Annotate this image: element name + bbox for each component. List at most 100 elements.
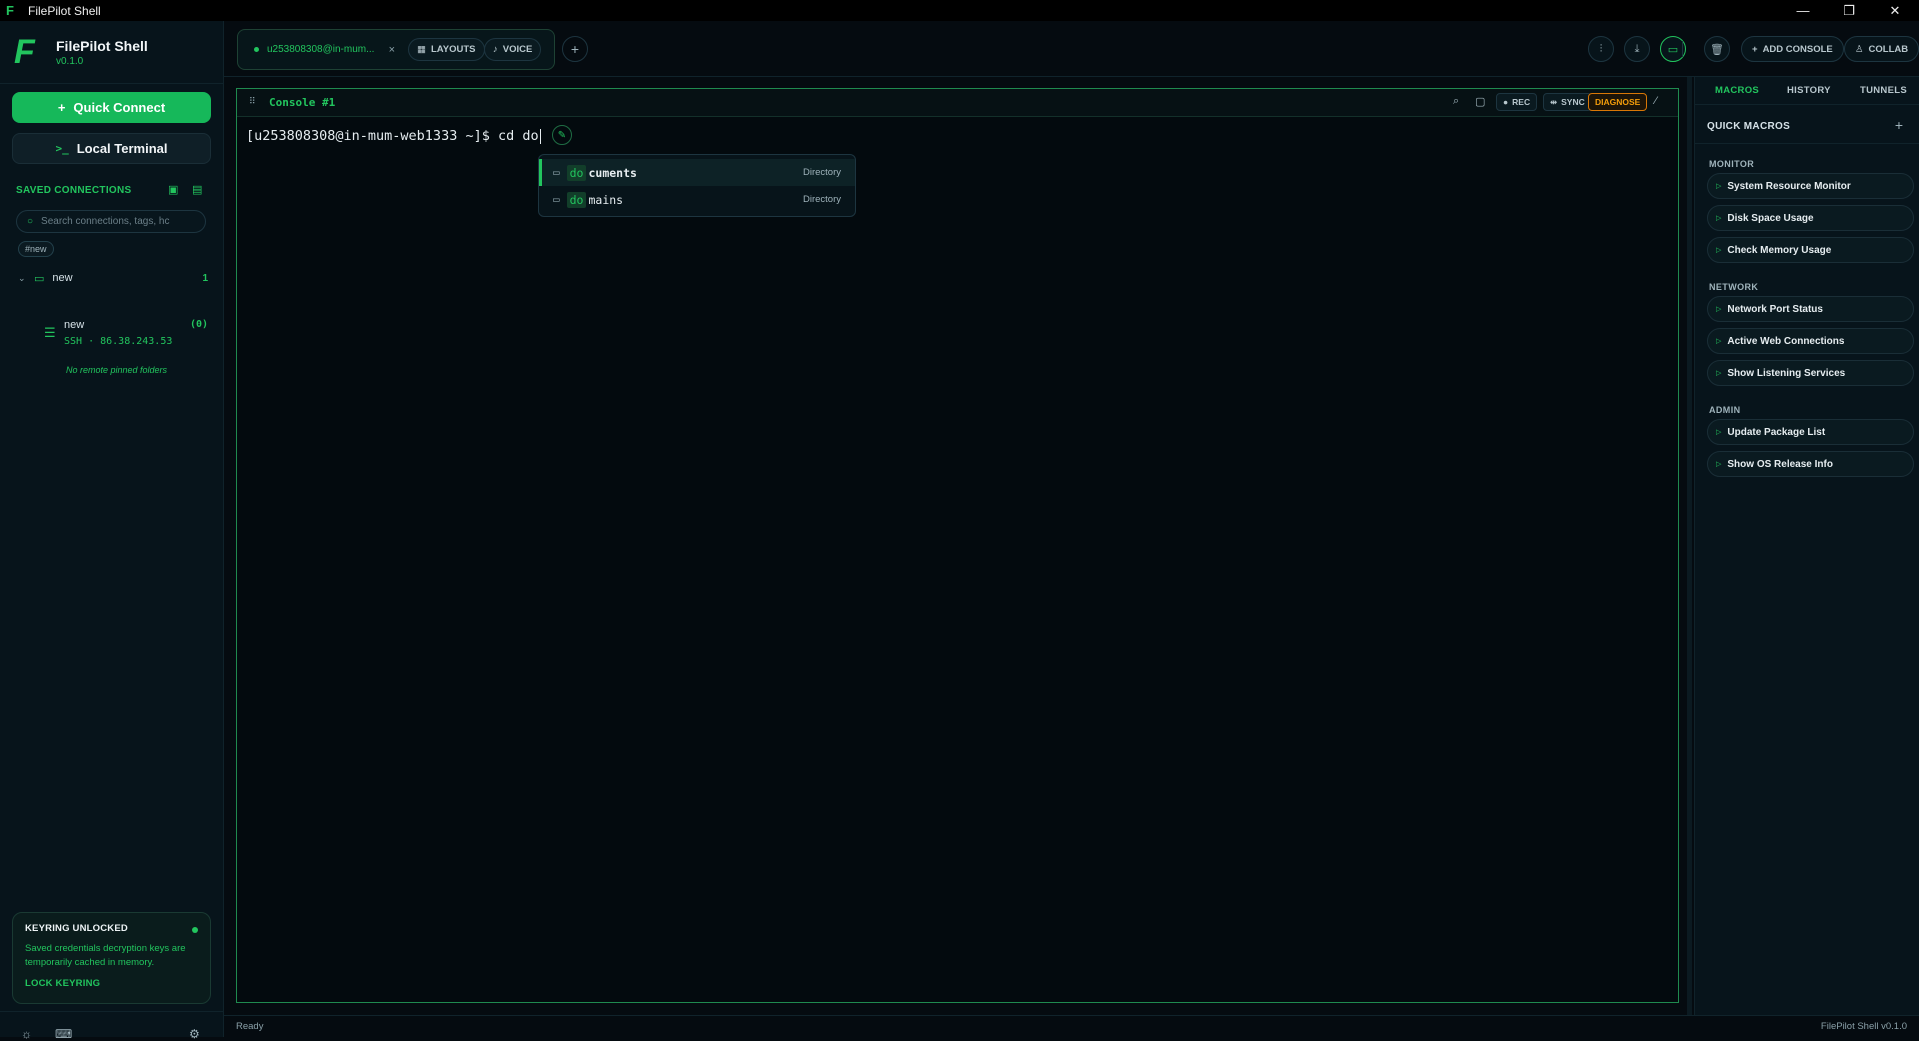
search-icon[interactable]: ⌕	[1453, 95, 1459, 108]
keyring-panel: KEYRING UNLOCKED Saved credentials decry…	[12, 912, 211, 1004]
macro-item[interactable]: ▷ System Resource Monitor	[1707, 173, 1914, 199]
add-macro-icon[interactable]: +	[1895, 117, 1903, 133]
brand-name: FilePilot Shell	[56, 37, 148, 54]
theme-icon[interactable]: ☼	[21, 1027, 32, 1041]
voice-button[interactable]: ♪ VOICE	[484, 38, 542, 61]
grid-icon: ▦	[417, 44, 426, 55]
tab-history[interactable]: HISTORY	[1787, 85, 1831, 96]
search-connections[interactable]: ○	[16, 210, 206, 233]
connection-address: SSH · 86.38.243.53	[64, 336, 173, 347]
terminal-icon: >_	[55, 142, 69, 155]
console-pane[interactable]: ⠿ Console #1 ⌕ ▢ ● REC ⇹ SYNC DIAGNOSE ⁄…	[236, 88, 1679, 1003]
suggestion-rest: mains	[588, 192, 624, 207]
macro-label: Disk Space Usage	[1727, 212, 1814, 224]
macro-item[interactable]: ▷ Update Package List	[1707, 419, 1914, 445]
top-bar: u253808308@in-mum... × ▦ LAYOUTS ♪ VOICE…	[224, 21, 1919, 77]
sliders-icon[interactable]: ⫶	[1588, 36, 1614, 62]
window-title: FilePilot Shell	[28, 3, 101, 18]
macro-item[interactable]: ▷ Check Memory Usage	[1707, 237, 1914, 263]
divider	[0, 1011, 224, 1012]
tab-group: u253808308@in-mum... × ▦ LAYOUTS ♪ VOICE	[237, 29, 555, 70]
folder-row[interactable]: ⌄ ▭ new 1	[18, 269, 208, 287]
clipboard-icon[interactable]: ▢	[1475, 95, 1485, 108]
tab-tunnels[interactable]: TUNNELS	[1860, 85, 1907, 96]
sync-icon: ⇹	[1550, 96, 1558, 107]
plus-icon: +	[57, 100, 66, 115]
macro-item[interactable]: ▷ Active Web Connections	[1707, 328, 1914, 354]
keyring-text: Saved credentials decryption keys are te…	[25, 943, 186, 968]
close-button[interactable]: ✕	[1872, 0, 1918, 21]
rec-button[interactable]: ● REC	[1496, 93, 1538, 111]
new-folder-icon[interactable]: ▣	[168, 183, 178, 196]
sync-button[interactable]: ⇹ SYNC	[1543, 93, 1592, 111]
local-terminal-button[interactable]: >_ Local Terminal	[12, 133, 211, 164]
close-tab-icon[interactable]: ×	[389, 44, 395, 56]
macro-label: Update Package List	[1727, 426, 1826, 438]
drag-handle-icon[interactable]: ⠿	[249, 96, 256, 107]
maximize-button[interactable]: ❐	[1826, 0, 1872, 21]
folder-count: 1	[202, 272, 208, 284]
divider	[0, 83, 224, 84]
session-tab[interactable]: u253808308@in-mum... ×	[244, 35, 399, 64]
gear-icon[interactable]: ⚙	[189, 1027, 200, 1041]
terminal-line[interactable]: [u253808308@in-mum-web1333 ~]$ cd do	[246, 128, 541, 144]
voice-label: VOICE	[502, 44, 533, 55]
macro-label: Active Web Connections	[1727, 335, 1845, 347]
category-monitor: MONITOR	[1709, 159, 1755, 169]
play-icon: ▷	[1716, 370, 1722, 377]
macro-item[interactable]: ▷ Show OS Release Info	[1707, 451, 1914, 477]
folder-name: new	[52, 272, 73, 284]
minimize-button[interactable]: —	[1780, 0, 1826, 21]
console-title: Console #1	[269, 96, 336, 109]
collab-label: COLLAB	[1868, 43, 1909, 55]
macro-label: Network Port Status	[1727, 303, 1823, 315]
sync-label: SYNC	[1561, 97, 1585, 107]
connection-item[interactable]: ☰ new SSH · 86.38.243.53 (0)	[44, 319, 208, 353]
brand-version: v0.1.0	[56, 55, 84, 67]
play-icon: ▷	[1716, 429, 1722, 436]
keyboard-icon[interactable]: ⌨	[55, 1027, 72, 1041]
status-version: FilePilot Shell v0.1.0	[1820, 1021, 1907, 1032]
record-icon: ●	[1503, 97, 1509, 107]
macro-item[interactable]: ▷ Network Port Status	[1707, 296, 1914, 322]
tag-filter[interactable]: #new	[18, 241, 54, 257]
title-bar: F FilePilot Shell — ❐ ✕	[0, 0, 1919, 21]
suggestion-item[interactable]: ▭ do mains Directory	[539, 186, 855, 213]
ai-assist-icon[interactable]: ✎	[552, 125, 572, 145]
play-icon: ▷	[1716, 306, 1722, 313]
right-panel: MACROS HISTORY TUNNELS QUICK MACROS + MO…	[1687, 77, 1919, 1015]
quick-connect-button[interactable]: + Quick Connect	[12, 92, 211, 123]
download-icon[interactable]: ⤓	[1624, 36, 1650, 62]
open-folder-icon[interactable]: ▤	[192, 183, 202, 196]
terminal-prompt: [u253808308@in-mum-web1333 ~]$ cd do	[246, 128, 539, 144]
rec-label: REC	[1512, 97, 1531, 107]
scrollbar[interactable]	[1687, 77, 1692, 1015]
connection-name: new	[64, 319, 85, 331]
collab-button[interactable]: ♙ COLLAB	[1844, 36, 1919, 62]
search-input[interactable]	[41, 216, 192, 227]
trash-icon[interactable]: 🗑	[1704, 36, 1730, 62]
console-header: ⠿ Console #1 ⌕ ▢ ● REC ⇹ SYNC DIAGNOSE ⁄	[237, 89, 1678, 117]
suggestion-match: do	[566, 191, 587, 208]
layouts-label: LAYOUTS	[430, 44, 476, 55]
filepilot-logo-icon: F	[14, 33, 35, 71]
divider	[1695, 143, 1919, 144]
suggestion-item[interactable]: ▭ do cuments Directory	[539, 159, 855, 186]
macro-label: System Resource Monitor	[1727, 180, 1851, 192]
wand-icon[interactable]: ⁄	[1655, 95, 1657, 107]
autocomplete-popup: ▭ do cuments Directory ▭ do mains Direct…	[538, 154, 856, 217]
folder-icon: ▭	[553, 193, 560, 206]
status-bar: Ready FilePilot Shell v0.1.0	[224, 1015, 1919, 1037]
macro-item[interactable]: ▷ Show Listening Services	[1707, 360, 1914, 386]
diagnose-button[interactable]: DIAGNOSE	[1588, 93, 1648, 111]
tab-macros[interactable]: MACROS	[1715, 85, 1759, 96]
session-tab-label: u253808308@in-mum...	[267, 44, 375, 55]
connected-dot	[254, 47, 259, 52]
category-network: NETWORK	[1709, 282, 1759, 292]
macro-label: Show OS Release Info	[1727, 458, 1833, 470]
add-tab-button[interactable]: +	[562, 36, 588, 62]
add-console-button[interactable]: + ADD CONSOLE	[1741, 36, 1844, 62]
macro-item[interactable]: ▷ Disk Space Usage	[1707, 205, 1914, 231]
lock-keyring-button[interactable]: LOCK KEYRING	[25, 978, 198, 989]
layouts-button[interactable]: ▦ LAYOUTS	[408, 38, 485, 61]
